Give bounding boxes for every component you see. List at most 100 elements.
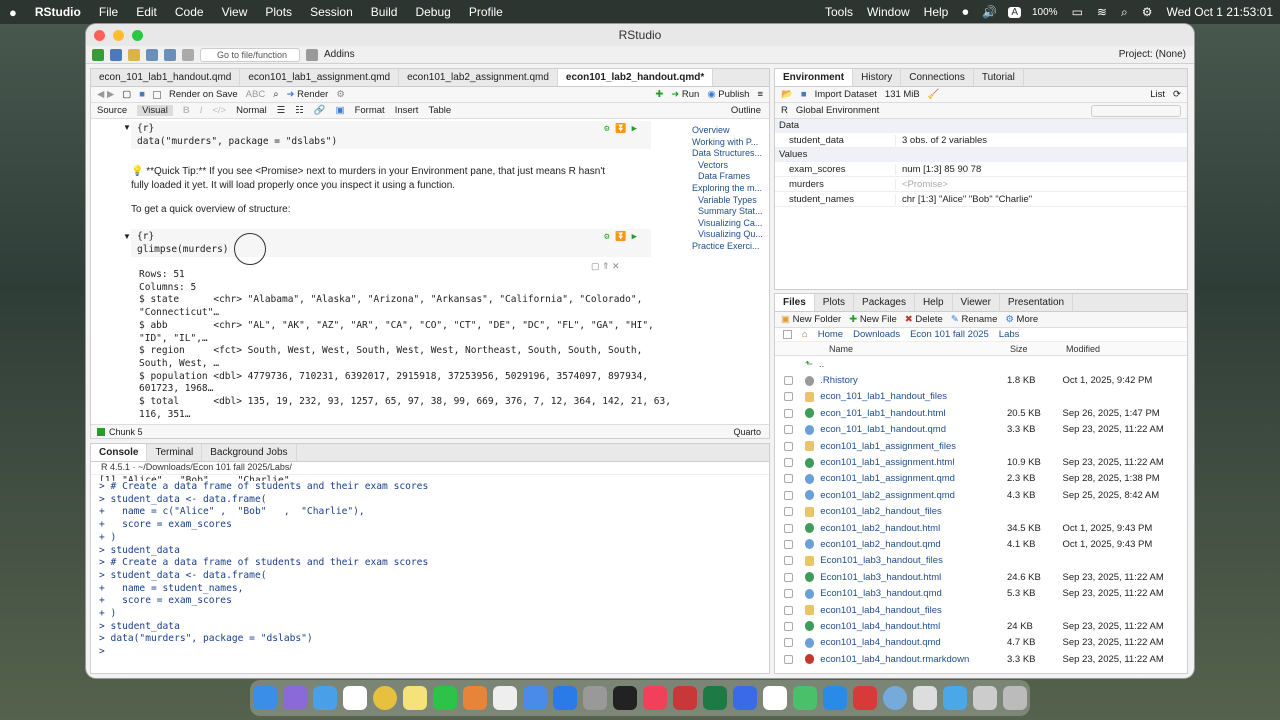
menu-edit[interactable]: Edit [127,5,166,19]
trash-icon[interactable] [1003,686,1027,710]
calendar-icon[interactable] [343,686,367,710]
outline-item[interactable]: Visualizing Ca... [692,218,770,230]
file-row[interactable]: .Rhistory 1.8 KB Oct 1, 2025, 9:42 PM [775,372,1187,388]
file-name[interactable]: econ101_lab2_assignment.qmd [820,490,1007,501]
addins-menu[interactable]: Addins [324,49,355,60]
wechat-icon[interactable] [433,686,457,710]
numbered-list-icon[interactable]: ☷ [295,105,304,116]
env-row-student-names[interactable]: student_names chr [1:3] "Alice" "Bob" "C… [775,192,1187,207]
file-checkbox[interactable] [784,458,793,468]
project-menu[interactable]: Project: (None) [1119,49,1186,60]
show-in-window-icon[interactable]: ▢ [122,89,131,100]
file-checkbox[interactable] [784,572,793,582]
format-menu[interactable]: Format [355,105,385,116]
outline-item[interactable]: Overview [692,125,770,137]
column-modified[interactable]: Modified [1066,344,1100,354]
tab-history[interactable]: History [853,69,902,86]
source-mode-button[interactable]: Source [97,105,127,116]
load-workspace-icon[interactable]: 📂 [781,89,793,100]
preview-icon[interactable] [913,686,937,710]
spellcheck-icon[interactable]: ABC [246,89,266,100]
file-row[interactable]: econ101_lab4_handout_files [775,602,1187,618]
insert-chunk-icon[interactable]: ✚ [655,89,663,100]
tab-files[interactable]: Files [775,294,815,311]
file-checkbox[interactable] [784,376,793,386]
file-checkbox[interactable] [784,654,793,664]
file-type-indicator[interactable]: Quarto [733,427,761,437]
new-file-button[interactable]: ✚ New File [849,314,897,325]
file-name[interactable]: econ101_lab4_handout.qmd [820,637,1007,648]
outline-item[interactable]: Data Structures... [692,148,770,160]
tab-console[interactable]: Console [91,444,148,461]
settings-gear-icon[interactable]: ⚙ [336,89,345,100]
breadcrumb-econ[interactable]: Econ 101 fall 2025 [910,329,989,340]
grid-icon[interactable] [306,48,318,61]
tab-help[interactable]: Help [915,294,953,311]
link-icon[interactable]: 🔗 [314,105,326,116]
code-icon[interactable]: </> [212,105,226,116]
downloads-icon[interactable] [973,686,997,710]
launchpad-icon[interactable] [283,686,307,710]
file-row[interactable]: econ101_lab4_handout.qmd 4.7 KB Sep 23, 20… [775,635,1187,651]
collapse-chunk-icon[interactable]: ▼ [123,123,131,132]
file-name[interactable]: .Rhistory [820,375,1007,386]
code-chunk-2[interactable]: {r} glimpse(murders) ⚙ ⏬ ▶ [131,229,651,257]
style-dropdown[interactable]: Normal [236,105,267,116]
outline-item[interactable]: Visualizing Qu... [692,229,770,241]
delete-button[interactable]: ✖ Delete [905,314,943,325]
goto-file-input[interactable]: Go to file/function [200,47,300,62]
menu-code[interactable]: Code [166,5,213,19]
file-row[interactable]: econ_101_lab1_handout_files [775,389,1187,405]
menu-help[interactable]: Help [917,5,956,19]
file-checkbox[interactable] [784,474,793,484]
file-checkbox[interactable] [784,408,793,418]
file-checkbox[interactable] [784,556,793,566]
file-checkbox[interactable] [784,425,793,435]
save-all-icon[interactable] [164,48,176,61]
search-icon[interactable]: ⌕ [1114,5,1135,20]
app-green-icon[interactable] [793,686,817,710]
breadcrumb-home[interactable]: Home [818,329,843,340]
zoom-window-button[interactable] [132,30,143,41]
app-icon[interactable] [523,686,547,710]
menu-profile[interactable]: Profile [460,5,512,19]
close-window-button[interactable] [94,30,105,41]
outline-item[interactable]: Working with P... [692,137,770,149]
file-checkbox[interactable] [784,621,793,631]
file-name[interactable]: econ_101_lab1_handout.qmd [820,424,1007,435]
tab-connections[interactable]: Connections [901,69,974,86]
file-checkbox[interactable] [784,490,793,500]
file-name[interactable]: econ101_lab4_handout.rmarkdown [820,654,1007,665]
menu-debug[interactable]: Debug [406,5,459,19]
file-row[interactable]: econ101_lab1_assignment_files [775,438,1187,454]
file-checkbox[interactable] [784,605,793,615]
menu-app-name[interactable]: RStudio [26,5,90,19]
file-name[interactable]: Econ101_lab3_handout_files [820,555,1007,566]
find-icon[interactable]: ⌕ [273,89,278,100]
chrome-icon[interactable] [373,686,397,710]
file-name[interactable]: Econ101_lab3_handout.html [820,572,1007,583]
column-name[interactable]: Name [829,344,1010,354]
record-icon[interactable]: ⏺ [955,5,975,20]
menu-build[interactable]: Build [362,5,407,19]
tab-lab1-assignment[interactable]: econ101_lab1_assignment.qmd [240,69,400,86]
insert-menu[interactable]: Insert [395,105,419,116]
file-name[interactable]: econ_101_lab1_handout_files [820,391,1007,402]
print-icon[interactable] [182,48,194,61]
file-checkbox[interactable] [784,523,793,533]
editor-options-icon[interactable]: ≡ [757,89,763,100]
visual-mode-button[interactable]: Visual [137,105,173,116]
file-name[interactable]: econ101_lab2_handout_files [820,506,1007,517]
env-row-student-data[interactable]: student_data 3 obs. of 2 variables [775,133,1187,148]
open-file-icon[interactable] [128,48,140,61]
chunk-1-run-icons[interactable]: ⚙ ⏬ ▶ [604,124,637,134]
tab-tutorial[interactable]: Tutorial [974,69,1024,86]
file-name[interactable]: econ101_lab4_handout_files [820,605,1007,616]
outline-item[interactable]: Vectors [692,160,770,172]
tab-packages[interactable]: Packages [854,294,915,311]
refresh-icon[interactable]: ⟳ [1173,89,1181,100]
music-icon[interactable] [643,686,667,710]
file-name[interactable]: econ101_lab1_assignment.html [820,457,1007,468]
bullet-list-icon[interactable]: ☰ [277,105,286,116]
import-dataset-button[interactable]: Import Dataset [815,89,877,100]
